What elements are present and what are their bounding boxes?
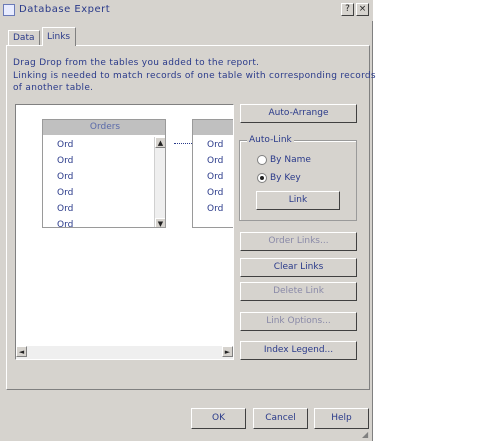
link-button[interactable]: Link (256, 191, 340, 210)
by-name-label[interactable]: By Name (270, 155, 311, 165)
instruction-line-3: of another table. (13, 83, 94, 93)
auto-arrange-button[interactable]: Auto-Arrange (240, 104, 357, 123)
field-row[interactable]: Ord (43, 201, 153, 217)
app-icon (3, 4, 15, 16)
order-links-button[interactable]: Order Links... (240, 232, 357, 251)
scroll-left-arrow-icon[interactable]: ◄ (16, 346, 27, 357)
table-vertical-scrollbar[interactable]: ▲ ▼ (154, 137, 165, 227)
scroll-right-arrow-icon[interactable]: ► (222, 346, 233, 357)
field-row[interactable]: Ord (43, 153, 153, 169)
cancel-button[interactable]: Cancel (253, 408, 308, 429)
delete-link-button[interactable]: Delete Link (240, 282, 357, 301)
field-row[interactable]: Ord (43, 185, 153, 201)
table-header[interactable] (193, 120, 233, 135)
tab-links[interactable]: Links (42, 27, 76, 46)
field-row[interactable]: Ord (193, 137, 233, 153)
help-button[interactable]: Help (314, 408, 369, 429)
field-list: Ord Ord Ord Ord Ord (193, 137, 233, 217)
orders-table-box[interactable]: Orders Ord Ord Ord Ord Ord Ord ▲ ▼ (42, 119, 166, 228)
help-title-button[interactable]: ? (341, 3, 354, 16)
field-row[interactable]: Ord (193, 153, 233, 169)
link-options-button[interactable]: Link Options... (240, 312, 357, 331)
tab-data[interactable]: Data (8, 30, 40, 45)
linked-table-box[interactable]: Ord Ord Ord Ord Ord (192, 119, 233, 228)
field-row[interactable]: Ord (193, 201, 233, 217)
close-window-button[interactable]: × (356, 3, 369, 16)
scroll-up-arrow-icon[interactable]: ▲ (155, 137, 165, 148)
auto-link-group-label: Auto-Link (247, 135, 294, 145)
instruction-line-2: Linking is needed to match records of on… (13, 71, 376, 81)
ok-button[interactable]: OK (191, 408, 246, 429)
instruction-line-1: Drag Drop from the tables you added to t… (13, 58, 260, 68)
clear-links-button[interactable]: Clear Links (240, 258, 357, 277)
index-legend-button[interactable]: Index Legend... (240, 341, 357, 360)
scroll-down-arrow-icon[interactable]: ▼ (155, 218, 165, 227)
by-key-label[interactable]: By Key (270, 173, 301, 183)
canvas-horizontal-scrollbar[interactable]: ◄ ► (16, 346, 233, 359)
radio-selected-dot (260, 176, 264, 180)
field-row[interactable]: Ord (43, 217, 153, 227)
link-canvas[interactable]: Orders Ord Ord Ord Ord Ord Ord ▲ ▼ ▸ Ord… (15, 104, 234, 360)
table-header[interactable]: Orders (43, 120, 165, 135)
field-row[interactable]: Ord (43, 137, 153, 153)
window-title: Database Expert (19, 4, 111, 15)
field-row[interactable]: Ord (193, 185, 233, 201)
field-list: Ord Ord Ord Ord Ord Ord (43, 137, 153, 227)
field-row[interactable]: Ord (43, 169, 153, 185)
by-name-radio[interactable] (257, 155, 267, 165)
by-key-radio[interactable] (257, 173, 267, 183)
field-row[interactable]: Ord (193, 169, 233, 185)
resize-grip-icon[interactable]: ◢ (362, 430, 368, 439)
